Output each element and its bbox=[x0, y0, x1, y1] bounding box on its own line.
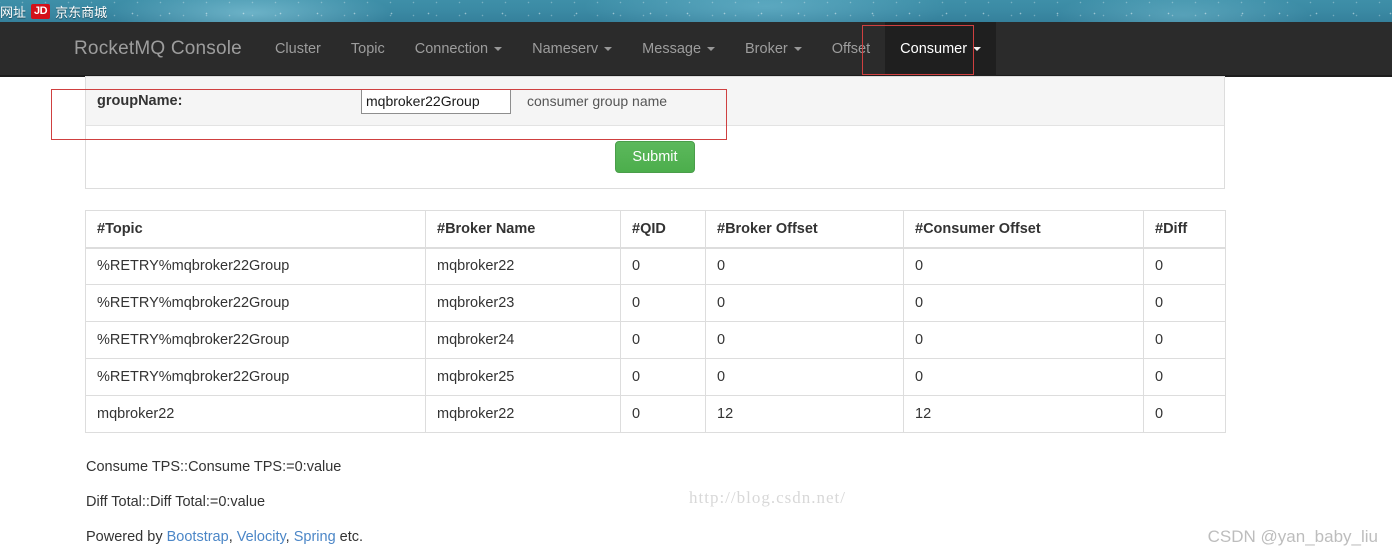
powered-by-suffix: etc. bbox=[335, 529, 364, 545]
browser-bookmark-bar: 网址 JD 京东商城 bbox=[0, 0, 107, 22]
chevron-down-icon bbox=[494, 47, 503, 51]
cell-diff: 0 bbox=[1143, 284, 1226, 322]
nav-item-topic[interactable]: Topic bbox=[336, 22, 400, 76]
table-row: %RETRY%mqbroker22Group mqbroker25 0 0 0 … bbox=[85, 358, 1226, 396]
chevron-down-icon bbox=[973, 47, 982, 51]
cell-consumer-offset: 0 bbox=[903, 284, 1144, 322]
cell-broker-name: mqbroker25 bbox=[425, 358, 621, 396]
link-velocity[interactable]: Velocity bbox=[237, 529, 286, 545]
nav-label-nameserv: Nameserv bbox=[532, 41, 599, 57]
nav-label-consumer: Consumer bbox=[900, 41, 968, 57]
chevron-down-icon bbox=[793, 47, 802, 51]
table-row: %RETRY%mqbroker22Group mqbroker24 0 0 0 … bbox=[85, 321, 1226, 359]
nav-item-message[interactable]: Message bbox=[627, 22, 730, 76]
footer-stats: Consume TPS::Consume TPS:=0:value Diff T… bbox=[85, 459, 1225, 545]
form-row-groupname: groupName: consumer group name bbox=[86, 77, 1224, 126]
consume-tps-line: Consume TPS::Consume TPS:=0:value bbox=[86, 459, 342, 475]
consumer-offset-table: #Topic #Broker Name #QID #Broker Offset … bbox=[85, 210, 1226, 433]
table-body: %RETRY%mqbroker22Group mqbroker22 0 0 0 … bbox=[85, 247, 1226, 433]
jd-logo-icon[interactable]: JD bbox=[31, 3, 51, 19]
table-head: #Topic #Broker Name #QID #Broker Offset … bbox=[85, 210, 1226, 249]
cell-topic: %RETRY%mqbroker22Group bbox=[85, 284, 426, 322]
th-qid: #QID bbox=[620, 210, 706, 249]
cell-qid: 0 bbox=[620, 284, 706, 322]
wallpaper-stars bbox=[0, 0, 1392, 22]
powered-sep-1: , bbox=[228, 529, 237, 545]
chevron-down-icon bbox=[604, 47, 613, 51]
nav-label-cluster: Cluster bbox=[274, 41, 321, 57]
cell-diff: 0 bbox=[1143, 321, 1226, 359]
cell-broker-offset: 12 bbox=[705, 395, 904, 433]
table-row: mqbroker22 mqbroker22 0 12 12 0 bbox=[85, 395, 1226, 433]
cell-qid: 0 bbox=[620, 321, 706, 359]
submit-button[interactable]: Submit bbox=[615, 141, 695, 173]
cell-broker-name: mqbroker22 bbox=[425, 247, 621, 285]
cell-broker-name: mqbroker23 bbox=[425, 284, 621, 322]
link-bootstrap[interactable]: Bootstrap bbox=[167, 529, 229, 545]
brand-title[interactable]: RocketMQ Console bbox=[74, 22, 260, 76]
form-submit-row: Submit bbox=[86, 126, 1224, 188]
cell-diff: 0 bbox=[1143, 395, 1226, 433]
main-content: groupName: consumer group name Submit #T… bbox=[85, 76, 1226, 545]
nav-item-broker[interactable]: Broker bbox=[730, 22, 817, 76]
cell-broker-offset: 0 bbox=[705, 358, 904, 396]
nav-item-offset[interactable]: Offset bbox=[817, 22, 885, 76]
groupname-help-text: consumer group name bbox=[527, 93, 668, 109]
cell-qid: 0 bbox=[620, 395, 706, 433]
cell-qid: 0 bbox=[620, 358, 706, 396]
desktop-wallpaper-strip bbox=[0, 0, 1392, 22]
cell-consumer-offset: 0 bbox=[903, 321, 1144, 359]
table-header-row: #Topic #Broker Name #QID #Broker Offset … bbox=[85, 210, 1226, 249]
cell-broker-offset: 0 bbox=[705, 284, 904, 322]
nav-item-cluster[interactable]: Cluster bbox=[260, 22, 336, 76]
nav-label-message: Message bbox=[642, 41, 702, 57]
nav-label-offset: Offset bbox=[831, 41, 871, 57]
th-broker-name: #Broker Name bbox=[425, 210, 621, 249]
navbar-inner: RocketMQ Console Cluster Topic Connectio… bbox=[0, 22, 1392, 76]
th-broker-offset: #Broker Offset bbox=[705, 210, 904, 249]
th-diff: #Diff bbox=[1143, 210, 1226, 249]
powered-by-prefix: Powered by bbox=[86, 529, 167, 545]
cell-topic: %RETRY%mqbroker22Group bbox=[85, 358, 426, 396]
cell-consumer-offset: 0 bbox=[903, 247, 1144, 285]
link-spring[interactable]: Spring bbox=[294, 529, 336, 545]
groupname-label: groupName: bbox=[97, 93, 183, 109]
diff-total-line: Diff Total::Diff Total:=0:value bbox=[86, 494, 266, 510]
powered-by-line: Powered by Bootstrap, Velocity, Spring e… bbox=[86, 529, 1225, 545]
cell-diff: 0 bbox=[1143, 247, 1226, 285]
chevron-down-icon bbox=[707, 47, 716, 51]
cell-topic: %RETRY%mqbroker22Group bbox=[85, 247, 426, 285]
nav-label-connection: Connection bbox=[414, 41, 489, 57]
nav-item-nameserv[interactable]: Nameserv bbox=[517, 22, 627, 76]
cell-broker-name: mqbroker24 bbox=[425, 321, 621, 359]
nav-item-consumer[interactable]: Consumer bbox=[885, 22, 997, 76]
powered-sep-2: , bbox=[285, 529, 294, 545]
cell-qid: 0 bbox=[620, 247, 706, 285]
search-form-panel: groupName: consumer group name Submit bbox=[85, 76, 1225, 189]
nav-label-broker: Broker bbox=[745, 41, 788, 57]
table-row: %RETRY%mqbroker22Group mqbroker22 0 0 0 … bbox=[85, 247, 1226, 285]
cell-diff: 0 bbox=[1143, 358, 1226, 396]
cell-consumer-offset: 0 bbox=[903, 358, 1144, 396]
nav-label-topic: Topic bbox=[350, 41, 385, 57]
cell-topic: %RETRY%mqbroker22Group bbox=[85, 321, 426, 359]
nav-item-connection[interactable]: Connection bbox=[400, 22, 517, 76]
th-topic: #Topic bbox=[85, 210, 426, 249]
bookmark-partial-text: 网址 bbox=[0, 4, 26, 20]
table-row: %RETRY%mqbroker22Group mqbroker23 0 0 0 … bbox=[85, 284, 1226, 322]
th-consumer-offset: #Consumer Offset bbox=[903, 210, 1144, 249]
cell-consumer-offset: 12 bbox=[903, 395, 1144, 433]
bookmark-item-jd[interactable]: 京东商城 bbox=[55, 2, 107, 21]
cell-broker-offset: 0 bbox=[705, 247, 904, 285]
cell-broker-offset: 0 bbox=[705, 321, 904, 359]
cell-broker-name: mqbroker22 bbox=[425, 395, 621, 433]
consumer-table-wrapper: #Topic #Broker Name #QID #Broker Offset … bbox=[85, 210, 1226, 507]
groupname-input[interactable] bbox=[361, 88, 511, 114]
top-navbar: RocketMQ Console Cluster Topic Connectio… bbox=[0, 22, 1392, 77]
cell-topic: mqbroker22 bbox=[85, 395, 426, 433]
csdn-author-watermark: CSDN @yan_baby_liu bbox=[1207, 527, 1378, 546]
